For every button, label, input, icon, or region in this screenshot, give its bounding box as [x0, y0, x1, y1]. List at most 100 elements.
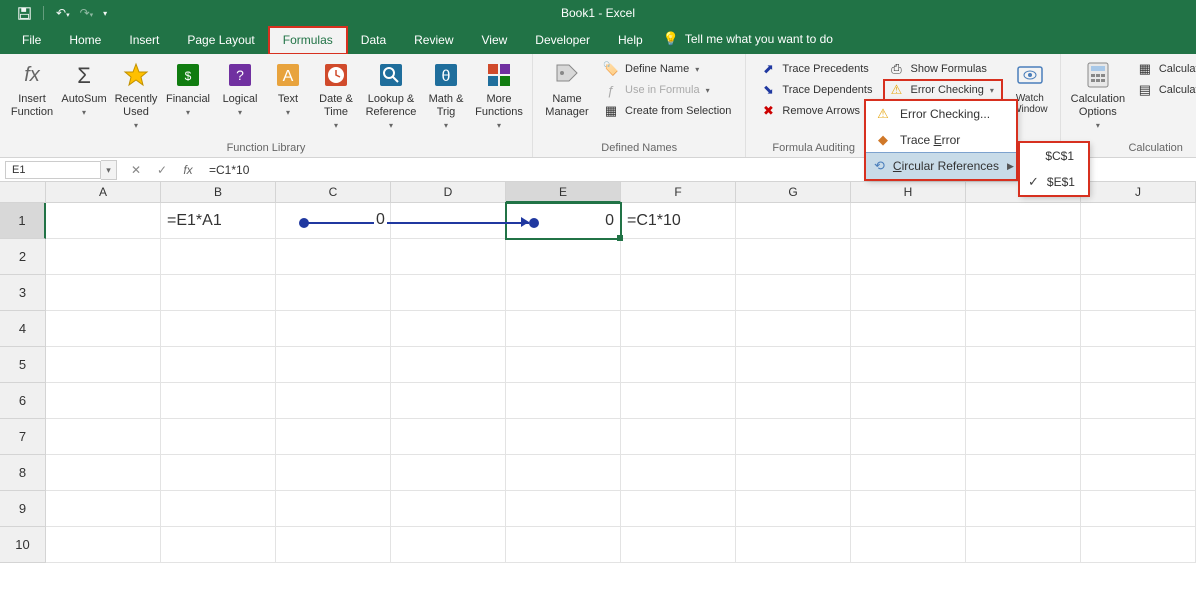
cell[interactable]: [621, 527, 736, 563]
cell[interactable]: [276, 347, 391, 383]
row-header-5[interactable]: 5: [0, 347, 46, 383]
cell[interactable]: [506, 275, 621, 311]
qat-customize-icon[interactable]: ▾: [103, 9, 107, 18]
cell-a1[interactable]: [46, 203, 161, 239]
tab-review[interactable]: Review: [400, 27, 467, 54]
cell[interactable]: [736, 419, 851, 455]
cell[interactable]: [46, 419, 161, 455]
cell[interactable]: [161, 239, 276, 275]
cell-b1[interactable]: =E1*A1: [161, 203, 276, 239]
cell[interactable]: [161, 527, 276, 563]
tell-me[interactable]: 💡 Tell me what you want to do: [663, 31, 833, 54]
cell[interactable]: [161, 491, 276, 527]
cell[interactable]: [391, 383, 506, 419]
cell-j1[interactable]: [1081, 203, 1196, 239]
cell[interactable]: [391, 311, 506, 347]
tab-formulas[interactable]: Formulas: [269, 27, 347, 54]
col-header-h[interactable]: H: [851, 182, 966, 203]
cell[interactable]: [736, 527, 851, 563]
cell[interactable]: [46, 275, 161, 311]
cell[interactable]: [506, 491, 621, 527]
tab-data[interactable]: Data: [347, 27, 400, 54]
cell[interactable]: [851, 311, 966, 347]
date-time-button[interactable]: Date & Time ▾: [310, 57, 362, 134]
cell[interactable]: [391, 527, 506, 563]
menu-circular-references[interactable]: ⟲ Circular References ▶: [866, 153, 1016, 179]
cell[interactable]: [966, 275, 1081, 311]
cell[interactable]: [46, 491, 161, 527]
redo-icon[interactable]: ↷▾: [80, 6, 94, 20]
cell[interactable]: [1081, 455, 1196, 491]
text-button[interactable]: A Text ▾: [266, 57, 310, 121]
row-header-6[interactable]: 6: [0, 383, 46, 419]
cell[interactable]: [621, 419, 736, 455]
cell[interactable]: [851, 275, 966, 311]
lookup-reference-button[interactable]: Lookup & Reference ▾: [362, 57, 420, 134]
cell[interactable]: [506, 383, 621, 419]
cell[interactable]: [966, 383, 1081, 419]
tab-insert[interactable]: Insert: [115, 27, 173, 54]
trace-precedents-button[interactable]: ⬈Trace Precedents: [756, 59, 876, 79]
trace-dependents-button[interactable]: ⬊Trace Dependents: [756, 80, 876, 100]
cell[interactable]: [1081, 419, 1196, 455]
select-all-corner[interactable]: [0, 182, 46, 203]
cell[interactable]: [1081, 491, 1196, 527]
cell[interactable]: [736, 383, 851, 419]
row-header-7[interactable]: 7: [0, 419, 46, 455]
logical-button[interactable]: ? Logical ▾: [214, 57, 266, 121]
cell[interactable]: [506, 311, 621, 347]
cell[interactable]: [966, 347, 1081, 383]
cell[interactable]: [966, 239, 1081, 275]
col-header-f[interactable]: F: [621, 182, 736, 203]
cell[interactable]: [46, 347, 161, 383]
cell[interactable]: [851, 347, 966, 383]
cell[interactable]: [966, 491, 1081, 527]
cell[interactable]: [1081, 239, 1196, 275]
cell-h1[interactable]: [851, 203, 966, 239]
cell[interactable]: [391, 347, 506, 383]
cell[interactable]: [1081, 347, 1196, 383]
cell[interactable]: [1081, 275, 1196, 311]
cell[interactable]: [161, 419, 276, 455]
cell[interactable]: [621, 491, 736, 527]
cell-g1[interactable]: [736, 203, 851, 239]
row-header-4[interactable]: 4: [0, 311, 46, 347]
cell[interactable]: [621, 383, 736, 419]
tab-home[interactable]: Home: [55, 27, 115, 54]
define-name-button[interactable]: 🏷️Define Name ▾: [599, 59, 735, 79]
row-header-1[interactable]: 1: [0, 203, 46, 239]
col-header-c[interactable]: C: [276, 182, 391, 203]
cell[interactable]: [851, 383, 966, 419]
col-header-j[interactable]: J: [1081, 182, 1196, 203]
row-header-8[interactable]: 8: [0, 455, 46, 491]
cell[interactable]: [161, 275, 276, 311]
undo-icon[interactable]: ↶▾: [56, 6, 70, 20]
cell[interactable]: [46, 311, 161, 347]
autosum-button[interactable]: Σ AutoSum ▾: [58, 57, 110, 121]
tab-view[interactable]: View: [468, 27, 522, 54]
fill-handle[interactable]: [617, 235, 623, 241]
cell[interactable]: [276, 527, 391, 563]
name-box-dropdown[interactable]: ▾: [101, 160, 117, 180]
cell[interactable]: [736, 491, 851, 527]
cell[interactable]: [966, 455, 1081, 491]
row-header-3[interactable]: 3: [0, 275, 46, 311]
cell[interactable]: [621, 275, 736, 311]
col-header-g[interactable]: G: [736, 182, 851, 203]
cell-d1[interactable]: [391, 203, 506, 239]
name-box[interactable]: E1: [5, 161, 101, 179]
cell[interactable]: [276, 275, 391, 311]
cell-e1[interactable]: 0: [506, 203, 621, 239]
cell[interactable]: [621, 239, 736, 275]
cell[interactable]: [736, 239, 851, 275]
tab-developer[interactable]: Developer: [521, 27, 604, 54]
cell[interactable]: [276, 383, 391, 419]
cell[interactable]: [506, 419, 621, 455]
row-header-10[interactable]: 10: [0, 527, 46, 563]
save-icon[interactable]: [18, 7, 31, 20]
tab-page-layout[interactable]: Page Layout: [173, 27, 268, 54]
cell[interactable]: [276, 455, 391, 491]
col-header-b[interactable]: B: [161, 182, 276, 203]
calculation-options-button[interactable]: Calculation Options ▾: [1067, 57, 1129, 134]
cell[interactable]: [1081, 311, 1196, 347]
